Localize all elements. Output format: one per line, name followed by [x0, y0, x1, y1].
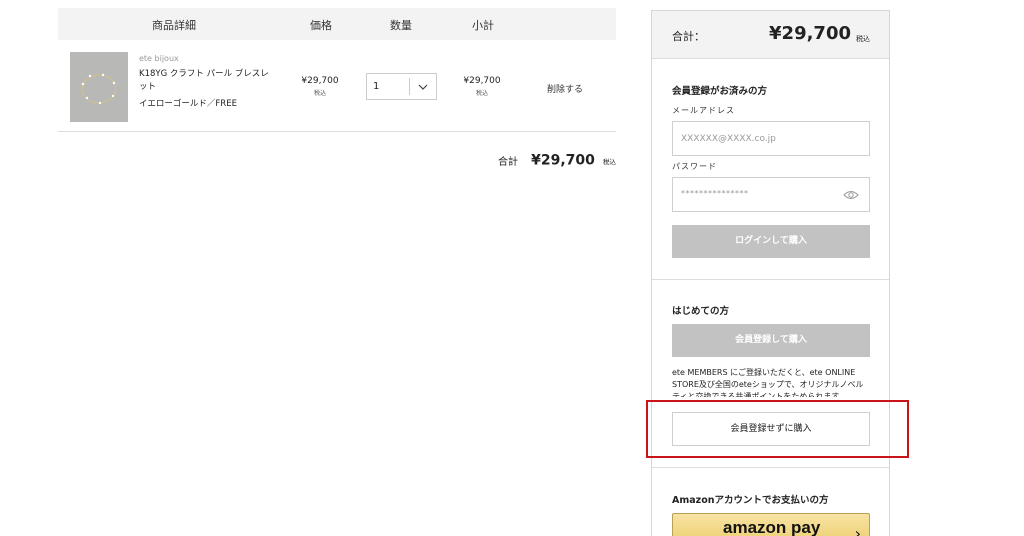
quantity-divider — [409, 78, 410, 95]
members-title: 会員登録がお済みの方 — [672, 86, 768, 97]
panel-total: 合計： ¥29,700 税込 — [652, 11, 889, 59]
quantity-value: 1 — [373, 81, 380, 92]
login-purchase-button[interactable]: ログインして購入 — [672, 225, 870, 258]
highlight-frame — [646, 400, 909, 458]
cart-total-tax: 税込 — [603, 157, 616, 166]
chevron-down-icon — [418, 84, 428, 90]
chevron-right-icon: › — [854, 524, 861, 536]
delete-item-button[interactable]: 削除する — [547, 82, 583, 95]
quantity-select[interactable]: 1 — [366, 73, 437, 100]
header-quantity: 数量 — [390, 19, 412, 32]
cart-item-row: ete bijoux K18YG クラフト パール ブレスレット イエローゴール… — [58, 40, 616, 132]
eye-icon[interactable] — [843, 188, 859, 202]
product-image[interactable] — [70, 52, 128, 122]
product-name[interactable]: K18YG クラフト パール ブレスレット — [139, 68, 274, 94]
section-divider — [652, 279, 889, 280]
product-brand: ete bijoux — [139, 54, 179, 63]
item-price: ¥29,700 税込 — [298, 76, 342, 97]
email-label: メールアドレス — [672, 106, 735, 115]
product-variant: イエローゴールド／FREE — [139, 99, 237, 109]
amazon-pay-logo: amazon pay — [723, 518, 821, 536]
amazon-title: Amazonアカウントでお支払いの方 — [672, 495, 829, 506]
email-input[interactable] — [673, 122, 869, 155]
item-subtotal-tax: 税込 — [475, 90, 488, 97]
item-subtotal: ¥29,700 税込 — [460, 76, 504, 97]
first-time-title: はじめての方 — [672, 306, 730, 317]
amazon-pay-button[interactable]: amazon pay › — [672, 513, 870, 536]
cart-total-value: ¥29,700 — [531, 152, 595, 169]
email-field[interactable] — [672, 121, 870, 156]
header-details: 商品詳細 — [152, 19, 196, 32]
register-purchase-button[interactable]: 会員登録して購入 — [672, 324, 870, 357]
panel-total-value: ¥29,700 — [769, 23, 851, 44]
cart-table: 商品詳細 価格 数量 小計 ete bijoux K18YG クラフト パール … — [58, 8, 616, 169]
item-subtotal-value: ¥29,700 — [463, 76, 501, 86]
cart-table-header: 商品詳細 価格 数量 小計 — [58, 8, 616, 40]
item-price-tax: 税込 — [313, 90, 326, 97]
members-description: ete MEMBERS にご登録いただくと、ete ONLINE STORE及び… — [672, 368, 864, 397]
password-field[interactable]: *************** — [672, 177, 870, 212]
header-subtotal: 小計 — [472, 19, 494, 32]
password-label: パスワード — [672, 162, 717, 171]
section-divider — [652, 467, 889, 468]
header-price: 価格 — [310, 19, 332, 32]
panel-total-tax: 税込 — [856, 35, 870, 43]
bracelet-image-icon — [81, 73, 117, 105]
panel-total-label: 合計： — [672, 30, 705, 43]
cart-total: 合計 ¥29,700 税込 — [498, 150, 616, 169]
password-mask: *************** — [681, 189, 749, 198]
cart-total-label: 合計 — [498, 157, 519, 168]
item-price-value: ¥29,700 — [301, 76, 339, 86]
